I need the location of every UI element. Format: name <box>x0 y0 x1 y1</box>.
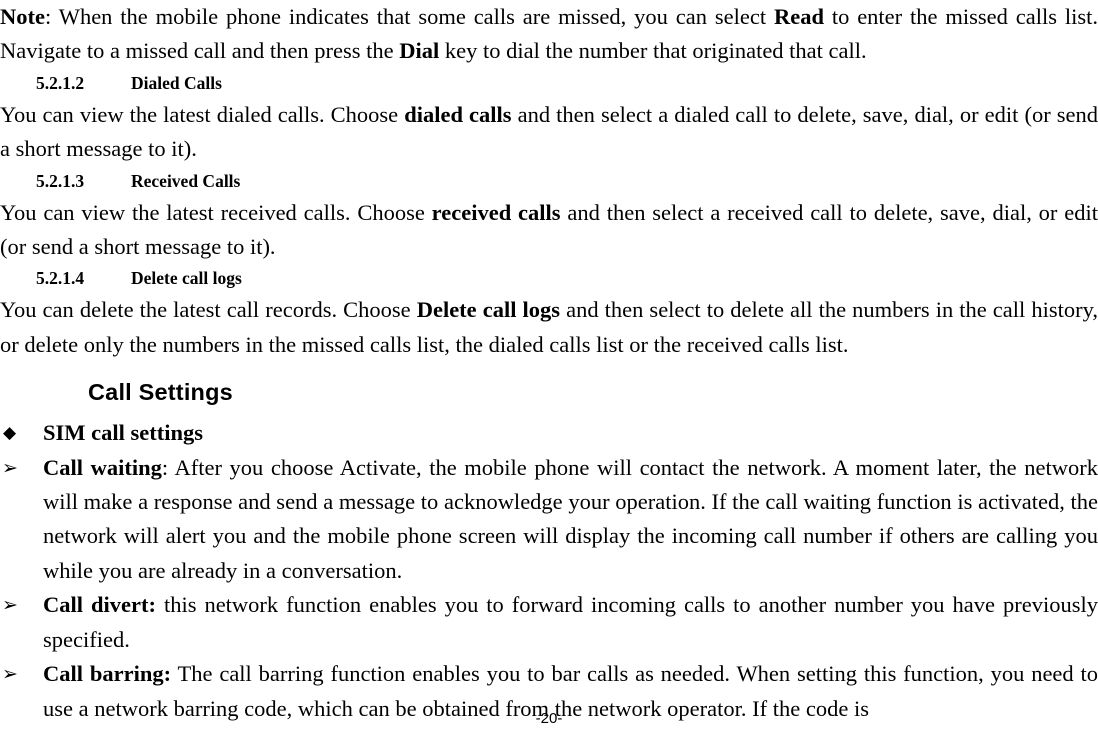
manual-page: Note: When the mobile phone indicates th… <box>0 0 1098 734</box>
call-barring-label: Call barring: <box>43 661 172 687</box>
heading-delete-call-logs: 5.2.1.4 Delete call logs <box>0 264 1098 293</box>
arrow-bullet-icon: ➢ <box>2 663 18 686</box>
heading-received-calls-title: Received Calls <box>131 170 241 191</box>
list-item: ◆ SIM call settings <box>0 416 1098 450</box>
arrow-bullet-icon: ➢ <box>2 594 18 617</box>
heading-received-calls: 5.2.1.3 Received Calls <box>0 167 1098 196</box>
page-content: Note: When the mobile phone indicates th… <box>0 0 1098 726</box>
page-number: -20- <box>535 710 563 727</box>
call-divert-body: this network function enables you to for… <box>43 592 1098 652</box>
dialed-calls-text-1: You can view the latest dialed calls. Ch… <box>0 101 405 127</box>
heading-received-calls-number: 5.2.1.3 <box>36 170 85 191</box>
delete-call-logs-text-1: You can delete the latest call records. … <box>0 297 417 323</box>
received-calls-text-1: You can view the latest received calls. … <box>0 199 432 225</box>
call-divert-label: Call divert: <box>43 592 156 618</box>
heading-delete-call-logs-number: 5.2.1.4 <box>36 268 85 289</box>
diamond-bullet-icon: ◆ <box>3 423 17 444</box>
arrow-bullet-icon: ➢ <box>2 456 18 479</box>
paragraph-dialed-calls: You can view the latest dialed calls. Ch… <box>0 98 1098 167</box>
call-waiting-body: : After you choose Activate, the mobile … <box>43 454 1098 583</box>
paragraph-delete-call-logs: You can delete the latest call records. … <box>0 293 1098 362</box>
call-waiting-text: Call waiting: After you choose Activate,… <box>43 451 1098 589</box>
note-text-1: : When the mobile phone indicates that s… <box>44 4 774 29</box>
list-item: ➢ Call waiting: After you choose Activat… <box>0 451 1098 589</box>
page-title: Call Settings <box>88 379 233 406</box>
note-paragraph: Note: When the mobile phone indicates th… <box>0 0 1098 69</box>
paragraph-received-calls: You can view the latest received calls. … <box>0 196 1098 265</box>
note-bold-read: Read <box>773 4 824 29</box>
note-label: Note <box>0 4 45 29</box>
sim-call-settings-label: SIM call settings <box>43 420 203 446</box>
heading-dialed-calls: 5.2.1.2 Dialed Calls <box>0 69 1098 98</box>
call-waiting-label: Call waiting <box>43 454 162 480</box>
heading-delete-call-logs-title: Delete call logs <box>131 268 242 289</box>
received-calls-bold: received calls <box>431 199 561 225</box>
call-divert-text: Call divert: this network function enabl… <box>43 588 1098 657</box>
list-item: ➢ Call divert: this network function ena… <box>0 588 1098 657</box>
heading-dialed-calls-title: Dialed Calls <box>131 72 222 93</box>
delete-call-logs-bold: Delete call logs <box>416 297 561 323</box>
note-text-3: key to dial the number that originated t… <box>439 38 867 64</box>
note-bold-dial: Dial <box>399 38 440 64</box>
dialed-calls-bold: dialed calls <box>404 101 512 127</box>
heading-dialed-calls-number: 5.2.1.2 <box>36 72 85 93</box>
